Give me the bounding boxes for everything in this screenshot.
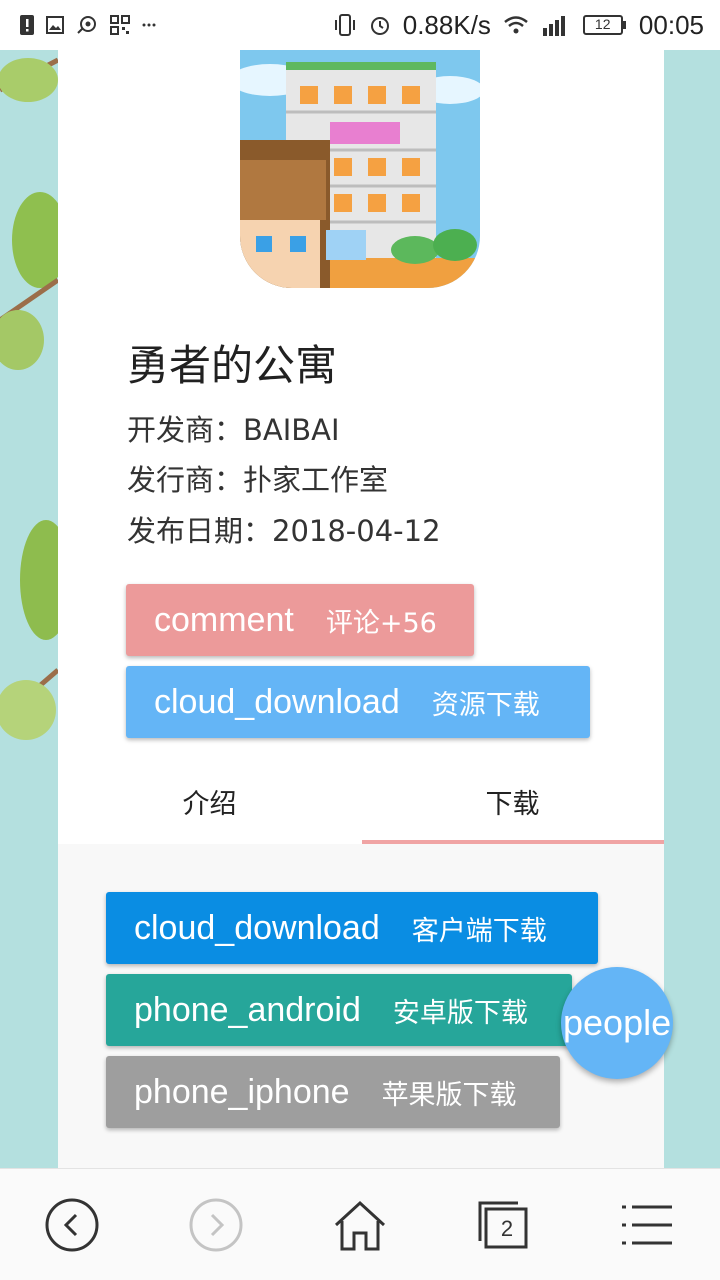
browser-bottom-nav: 2 xyxy=(0,1168,720,1280)
android-download-label: 安卓版下载 xyxy=(392,997,528,1029)
people-fab[interactable]: people xyxy=(561,967,673,1079)
network-speed: 0.88K/s xyxy=(402,9,491,40)
app-title: 勇者的公寓 xyxy=(127,341,338,390)
forward-button[interactable] xyxy=(176,1185,256,1265)
menu-button[interactable] xyxy=(608,1185,688,1265)
status-bar-left xyxy=(20,15,156,35)
back-button[interactable] xyxy=(32,1185,112,1265)
app-icon xyxy=(240,50,480,288)
home-button[interactable] xyxy=(320,1185,400,1265)
comment-label: 评论+56 xyxy=(325,607,437,639)
iphone-download-label: 苹果版下载 xyxy=(381,1079,517,1111)
qr-icon xyxy=(110,15,130,35)
iphone-download-button[interactable]: phone_iphone 苹果版下载 xyxy=(106,1056,560,1128)
clock: 00:05 xyxy=(638,9,704,40)
battery-level: 12 xyxy=(594,16,611,32)
cloud-download-icon: cloud_download xyxy=(134,908,380,947)
home-icon xyxy=(334,1200,386,1250)
tab-count: 2 xyxy=(500,1215,514,1241)
battery-icon: 12 xyxy=(582,14,627,36)
cloud-download-icon: cloud_download xyxy=(154,682,400,721)
alert-icon xyxy=(20,15,34,35)
comment-button[interactable]: comment 评论+56 xyxy=(126,584,474,656)
status-bar-right: 0.88K/s 12 00:05 xyxy=(333,10,704,41)
status-bar: 0.88K/s 12 00:05 xyxy=(0,0,720,50)
people-icon: people xyxy=(563,1002,672,1043)
phone-iphone-icon: phone_iphone xyxy=(134,1072,350,1111)
release-date: 发布日期：2018-04-12 xyxy=(127,514,441,548)
tabs-button[interactable]: 2 xyxy=(464,1185,544,1265)
tab-download[interactable]: 下载 xyxy=(361,757,664,845)
alarm-icon xyxy=(369,14,391,36)
resource-download-label: 资源下载 xyxy=(431,689,540,721)
background-leaves-left xyxy=(0,50,58,1168)
menu-icon xyxy=(622,1205,672,1244)
back-icon xyxy=(45,1198,99,1251)
wifi-icon xyxy=(503,15,529,35)
comment-icon: comment xyxy=(154,600,294,639)
background-right xyxy=(664,50,720,1168)
client-download-label: 客户端下载 xyxy=(411,915,547,947)
resource-download-button[interactable]: cloud_download 资源下载 xyxy=(126,666,590,738)
vibrate-icon xyxy=(333,14,357,36)
cast-icon xyxy=(76,15,98,35)
publisher-info: 发行商：扑家工作室 xyxy=(127,463,389,497)
phone-android-icon: phone_android xyxy=(134,990,361,1029)
forward-icon xyxy=(189,1198,243,1251)
client-download-button[interactable]: cloud_download 客户端下载 xyxy=(106,892,598,964)
image-icon xyxy=(46,16,64,34)
more-dots-icon xyxy=(142,22,156,28)
tab-bar: 介绍 下载 xyxy=(58,757,664,845)
developer-info: 开发商：BAIBAI xyxy=(127,413,340,447)
tab-intro[interactable]: 介绍 xyxy=(58,757,361,845)
android-download-button[interactable]: phone_android 安卓版下载 xyxy=(106,974,572,1046)
signal-icon xyxy=(541,14,571,36)
